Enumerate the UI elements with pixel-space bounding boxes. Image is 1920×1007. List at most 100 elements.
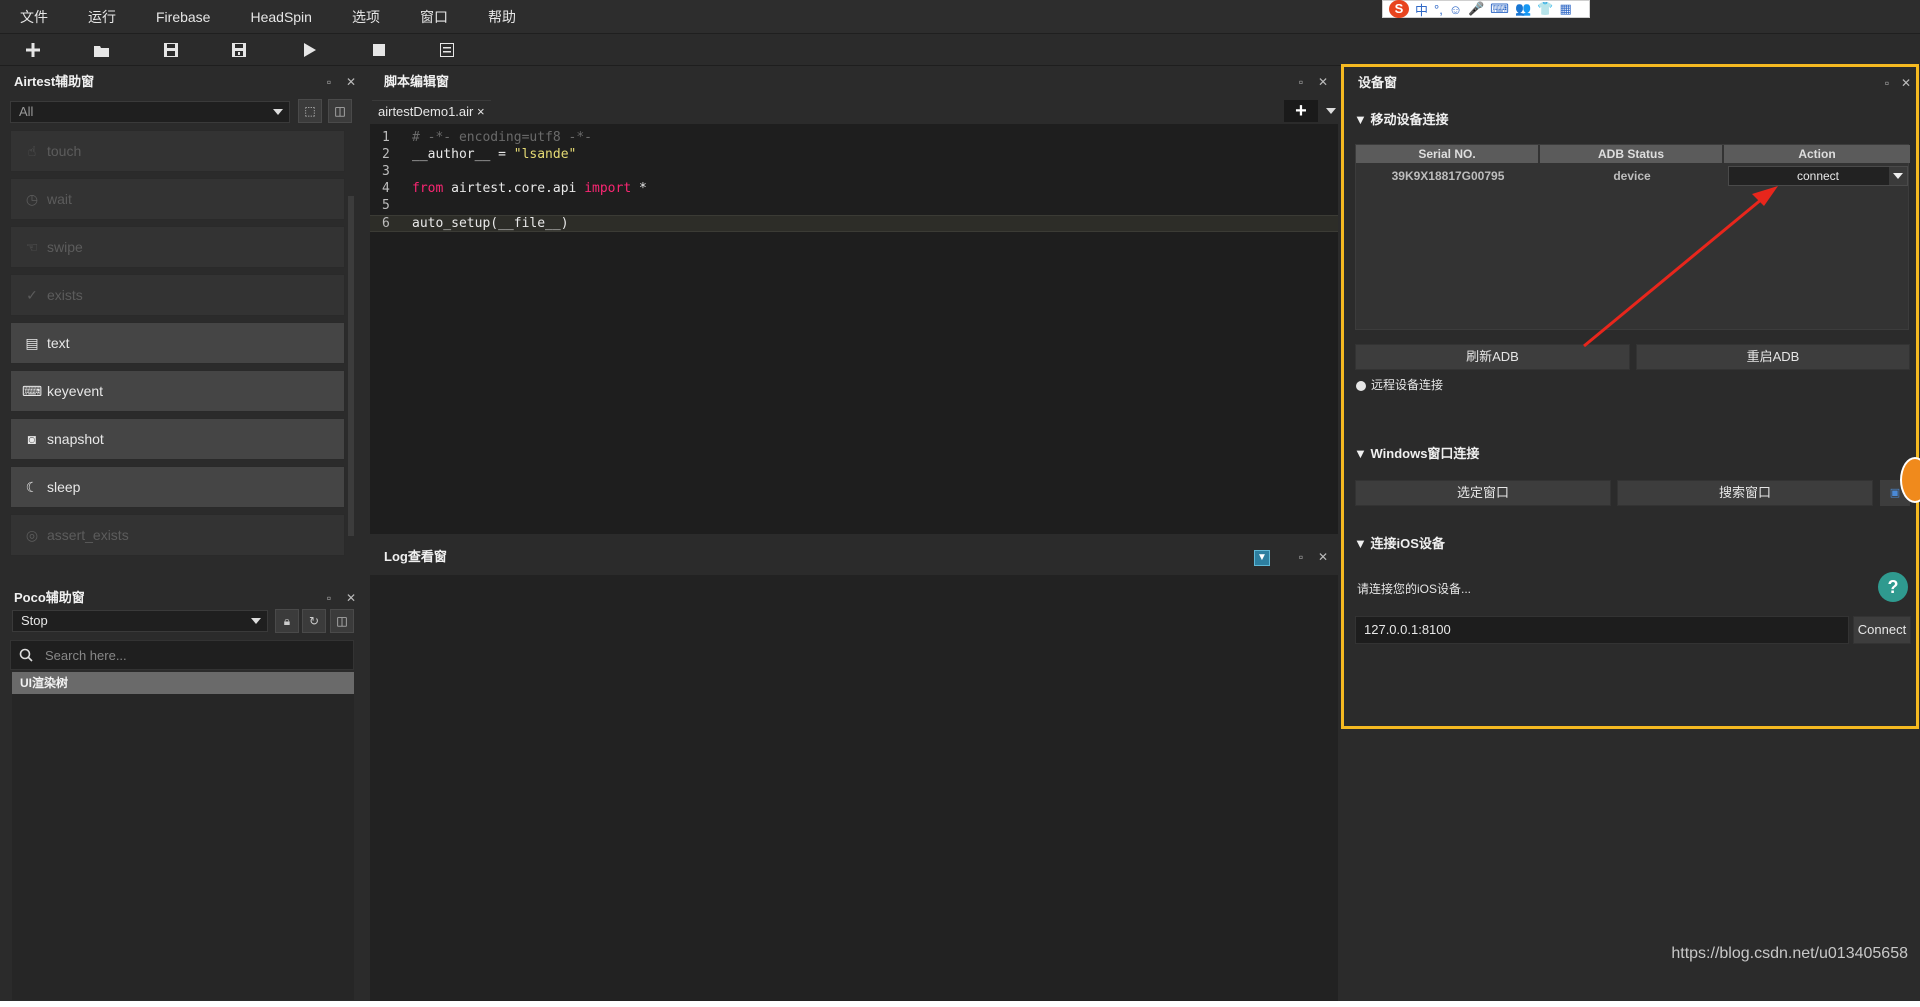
code-line[interactable]: 4 from airtest.core.api import * [370,181,1338,198]
api-swipe-button[interactable]: ☜ swipe [10,226,345,268]
ios-section-header[interactable]: ▼ 连接iOS设备 [1354,533,1445,552]
script-editor-panel: 脚本编辑窗 ▫ ✕ airtestDemo1.air × + 1 # -*- en… [370,66,1338,534]
api-keyevent-button[interactable]: ⌨ keyevent [10,370,345,412]
save-as-icon[interactable] [229,40,249,60]
play-icon[interactable] [300,40,320,60]
chevron-down-icon[interactable] [1326,108,1336,114]
close-icon[interactable]: ✕ [1316,550,1330,564]
record-screen-icon[interactable]: ⬚ [298,99,322,123]
close-icon[interactable]: ✕ [1899,76,1913,90]
api-wait-button[interactable]: ◷ wait [10,178,345,220]
camera-record-icon[interactable]: ◫ [328,99,352,123]
ime-toolbox-icon[interactable]: ▦ [1559,1,1571,17]
float-panel-icon[interactable]: ▫ [322,75,336,89]
api-exists-button[interactable]: ✓ exists [10,274,345,316]
log-output[interactable] [370,575,1338,1001]
ime-emoji-icon[interactable]: ☺ [1449,2,1462,17]
float-panel-icon[interactable]: ▫ [1294,550,1308,564]
tab-label: airtestDemo1.air [378,104,474,119]
code-line[interactable]: 3 [370,164,1338,181]
sogou-logo-icon[interactable]: S [1389,0,1409,18]
code-line[interactable]: 6 auto_setup(__file__) [370,215,1338,232]
api-label: snapshot [47,431,104,447]
api-list-scrollbar[interactable] [348,196,354,536]
chevron-down-icon[interactable] [1889,167,1907,185]
code-token: * [631,181,647,196]
code-text: from airtest.core.api import * [412,181,647,196]
tab-close-icon[interactable]: × [477,104,485,119]
column-header-action[interactable]: Action [1724,145,1910,163]
ime-punctuation[interactable]: °, [1434,2,1443,17]
menu-help[interactable]: 帮助 [468,0,536,34]
api-filter-select[interactable]: All [10,101,290,123]
line-number: 2 [382,147,390,162]
close-icon[interactable]: ✕ [344,591,358,605]
column-header-adb-status[interactable]: ADB Status [1540,145,1724,163]
mobile-section-header[interactable]: ▼ 移动设备连接 [1354,109,1449,128]
device-action-select[interactable]: connect [1728,166,1908,186]
api-label: keyevent [47,383,104,399]
api-touch-button[interactable]: ☝ touch [10,130,345,172]
save-icon[interactable] [161,40,181,60]
device-action-value: connect [1796,169,1840,183]
float-panel-icon[interactable]: ▫ [322,591,336,605]
code-line[interactable]: 1 # -*- encoding=utf8 -*- [370,130,1338,147]
ime-voice-icon[interactable]: 🎤 [1468,1,1484,17]
menu-window[interactable]: 窗口 [400,0,468,34]
search-window-button[interactable]: 搜索窗口 [1617,480,1873,506]
lock-icon[interactable]: 🔒︎ [275,609,299,633]
filter-icon[interactable]: ▼ [1254,550,1270,566]
ime-chinese-mode[interactable]: 中 [1415,0,1428,19]
menu-firebase[interactable]: Firebase [136,0,230,34]
code-line[interactable]: 2 __author__ = "lsande" [370,147,1338,164]
poco-mode-select[interactable]: Stop [12,610,268,632]
float-panel-icon[interactable]: ▫ [1294,75,1308,89]
stop-icon[interactable] [369,40,389,60]
poco-helper-panel: Poco辅助窗 ▫ ✕ Stop 🔒︎ ↻ ◫ Search here... U… [0,582,362,1007]
help-icon[interactable]: ? [1878,572,1908,602]
ime-skin-icon[interactable]: 👕 [1537,1,1553,17]
tab-airtestdemo1[interactable]: airtestDemo1.air × [372,100,491,122]
api-sleep-button[interactable]: ☾ sleep [10,466,345,508]
float-panel-icon[interactable]: ▫ [1880,76,1894,90]
poco-search-input[interactable]: Search here... [10,640,354,670]
api-text-button[interactable]: ▤ text [10,322,345,364]
remote-connect-radio[interactable] [1356,381,1366,391]
airtest-ide-window: 文件 运行 Firebase HeadSpin 选项 窗口 帮助 S 中 °, … [0,0,1920,1007]
menu-options[interactable]: 选项 [332,0,400,34]
windows-section-header[interactable]: ▼ Windows窗口连接 [1354,443,1479,462]
select-window-button[interactable]: 选定窗口 [1355,480,1611,506]
ui-tree-area[interactable] [12,694,354,1000]
plus-icon[interactable] [23,40,43,60]
api-snapshot-button[interactable]: ◙ snapshot [10,418,345,460]
ime-keyboard-icon[interactable]: ⌨ [1490,1,1509,17]
api-filter-value: All [19,104,34,119]
new-tab-button[interactable]: + [1284,100,1318,122]
line-number: 3 [382,164,390,179]
restart-adb-button[interactable]: 重启ADB [1636,344,1910,370]
touch-icon: ☝ [27,142,37,159]
ime-toolbar[interactable]: S 中 °, ☺ 🎤 ⌨ 👥 👕 ▦ [1382,0,1590,18]
refresh-adb-button[interactable]: 刷新ADB [1355,344,1630,370]
code-line[interactable]: 5 [370,198,1338,215]
list-icon[interactable] [437,40,457,60]
code-editor[interactable]: 1 # -*- encoding=utf8 -*- 2 __author__ = "l… [370,124,1338,534]
menu-run[interactable]: 运行 [68,0,136,34]
ios-connect-button[interactable]: Connect [1853,616,1911,644]
code-token: # -*- encoding=utf8 -*- [412,130,593,145]
ios-address-input[interactable]: 127.0.0.1:8100 [1355,616,1849,644]
menu-bar: 文件 运行 Firebase HeadSpin 选项 窗口 帮助 [0,0,1920,34]
remote-connect-label[interactable]: 远程设备连接 [1371,376,1443,393]
ui-tree-root[interactable]: UI渲染树 [12,672,354,694]
menu-headspin[interactable]: HeadSpin [230,0,332,34]
column-header-serial[interactable]: Serial NO. [1356,145,1540,163]
close-icon[interactable]: ✕ [344,75,358,89]
refresh-icon[interactable]: ↻ [302,609,326,633]
close-icon[interactable]: ✕ [1316,75,1330,89]
menu-file[interactable]: 文件 [0,0,68,34]
folder-open-icon[interactable] [92,40,112,60]
api-assert-exists-button[interactable]: ◎ assert_exists [10,514,345,556]
ime-user-icon[interactable]: 👥 [1515,1,1531,17]
camera-record-icon[interactable]: ◫ [330,609,354,633]
api-label: exists [47,287,83,303]
